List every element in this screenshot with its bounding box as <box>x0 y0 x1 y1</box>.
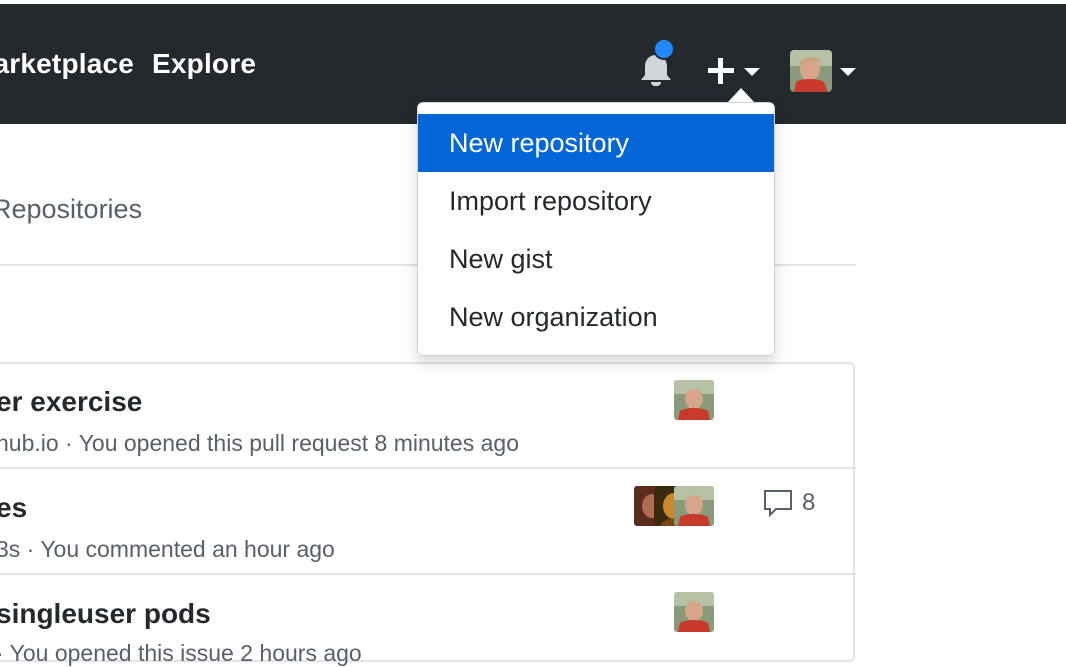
row-divider <box>0 573 856 575</box>
menu-item-new-organization[interactable]: New organization <box>418 288 774 346</box>
chevron-down-icon <box>744 68 760 76</box>
participant-avatar[interactable] <box>674 486 714 526</box>
row-meta-text: · You opened this issue 2 hours ago <box>0 640 362 666</box>
menu-item-import-repository[interactable]: Import repository <box>418 172 774 230</box>
menu-item-new-repository[interactable]: New repository <box>418 114 774 172</box>
chevron-down-icon <box>840 68 856 76</box>
comment-icon <box>764 490 792 518</box>
repositories-tab[interactable]: Repositories <box>0 194 142 225</box>
comment-count-link[interactable]: 8 <box>762 488 815 518</box>
unread-indicator-dot <box>653 38 675 60</box>
user-menu-button[interactable] <box>790 50 860 92</box>
row-meta-text: 3s · You commented an hour ago <box>0 536 335 562</box>
nav-explore-link[interactable]: Explore <box>152 48 256 80</box>
assignee-avatar[interactable] <box>674 592 714 632</box>
create-new-dropdown-button[interactable] <box>704 54 764 88</box>
user-avatar <box>790 50 832 92</box>
row-divider <box>0 467 856 469</box>
row-title-link[interactable]: er exercise <box>0 386 142 418</box>
assignee-avatar[interactable] <box>674 380 714 420</box>
row-title-link[interactable]: es <box>0 492 27 524</box>
create-new-dropdown-menu: New repository Import repository New gis… <box>417 102 775 356</box>
plus-icon <box>708 58 734 84</box>
row-meta-text: hub.io · You opened this pull request 8 … <box>0 430 519 456</box>
menu-item-new-gist[interactable]: New gist <box>418 230 774 288</box>
row-title-link[interactable]: singleuser pods <box>0 598 211 630</box>
nav-marketplace-link[interactable]: Marketplace <box>0 48 134 80</box>
comment-count: 8 <box>802 489 816 516</box>
dropdown-caret <box>727 88 755 103</box>
